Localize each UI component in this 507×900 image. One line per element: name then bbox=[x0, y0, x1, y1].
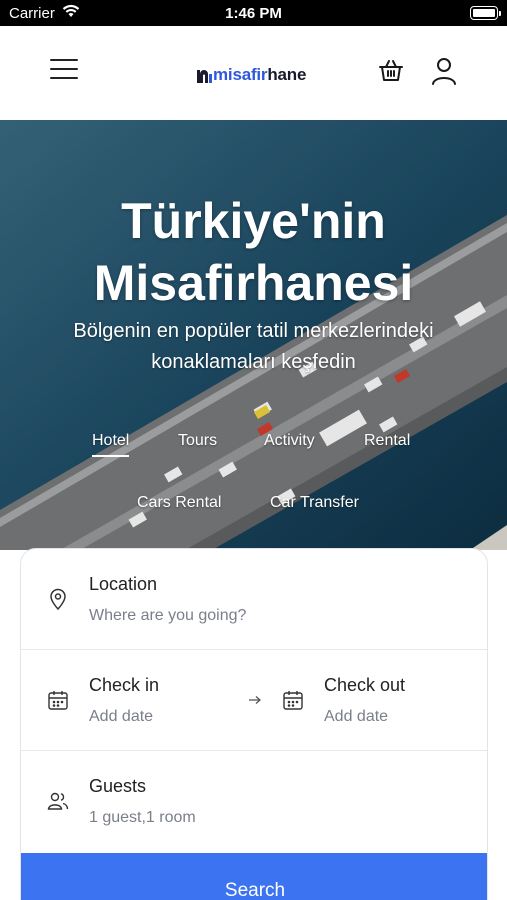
search-form: Location Where are you going? Check in A… bbox=[20, 548, 488, 900]
tab-hotel[interactable]: Hotel bbox=[92, 432, 130, 457]
guests-label: Guests bbox=[89, 776, 147, 796]
checkin-field[interactable]: Check in Add date bbox=[21, 650, 251, 751]
profile-button[interactable] bbox=[430, 56, 458, 86]
app-header: misafir hane bbox=[0, 26, 507, 120]
location-label: Location bbox=[89, 574, 158, 594]
tab-rental[interactable]: Rental bbox=[364, 432, 410, 450]
menu-button[interactable] bbox=[50, 59, 78, 83]
date-range-field: Check in Add date Check out Add date bbox=[21, 650, 487, 751]
logo-mark-icon bbox=[197, 69, 212, 83]
search-button[interactable]: Search bbox=[21, 853, 487, 900]
hero-title-line2: Misafirhanesi bbox=[93, 255, 414, 311]
logo[interactable]: misafir hane bbox=[196, 64, 306, 86]
logo-text-hane: hane bbox=[267, 65, 307, 84]
status-bar: Carrier 1:46 PM bbox=[0, 0, 507, 26]
tab-activity[interactable]: Activity bbox=[264, 432, 315, 450]
checkout-field[interactable]: Check out Add date bbox=[261, 650, 487, 751]
guests-icon bbox=[47, 792, 69, 810]
battery-icon bbox=[470, 6, 501, 20]
hero-subtitle: Bölgenin en popüler tatil merkezlerindek… bbox=[30, 316, 477, 378]
calendar-icon bbox=[283, 691, 303, 710]
basket-icon bbox=[379, 60, 403, 81]
hero-subtitle-line1: Bölgenin en popüler tatil merkezlerindek… bbox=[73, 320, 434, 342]
checkout-placeholder: Add date bbox=[324, 708, 389, 725]
location-pin-icon bbox=[50, 588, 66, 611]
tab-car-transfer[interactable]: Car Transfer bbox=[270, 494, 359, 512]
hero-subtitle-line2: konaklamaları keşfedin bbox=[151, 351, 356, 373]
hero-title: Türkiye'nin Misafirhanesi bbox=[0, 190, 507, 314]
logo-text-misafir: misafir bbox=[213, 65, 268, 84]
hero-banner: Türkiye'nin Misafirhanesi Bölgenin en po… bbox=[0, 120, 507, 550]
cart-button[interactable] bbox=[377, 57, 405, 85]
checkin-label: Check in bbox=[89, 675, 160, 695]
user-icon bbox=[432, 58, 456, 85]
guests-field[interactable]: Guests 1 guest,1 room bbox=[21, 751, 487, 852]
menu-icon bbox=[50, 59, 78, 79]
clock: 1:46 PM bbox=[225, 5, 282, 22]
guests-value: 1 guest,1 room bbox=[89, 809, 196, 826]
location-placeholder: Where are you going? bbox=[89, 607, 247, 624]
tab-cars-rental[interactable]: Cars Rental bbox=[137, 494, 221, 512]
tab-tours[interactable]: Tours bbox=[178, 432, 217, 450]
calendar-icon bbox=[48, 691, 68, 710]
hero-title-line1: Türkiye'nin bbox=[121, 193, 386, 249]
location-field[interactable]: Location Where are you going? bbox=[21, 549, 487, 650]
checkin-placeholder: Add date bbox=[89, 708, 154, 725]
checkout-label: Check out bbox=[324, 675, 406, 695]
